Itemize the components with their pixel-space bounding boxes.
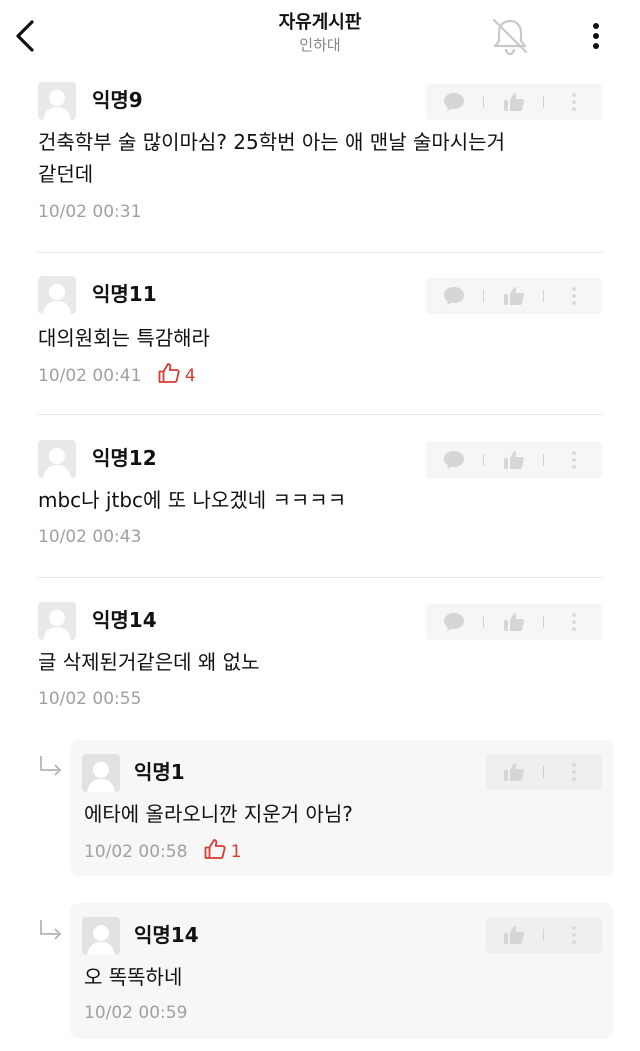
- comment-text-line: 대의원회는 특감해라: [38, 326, 210, 350]
- thumbs-up-outline-icon: [158, 363, 180, 383]
- divider: [483, 454, 484, 466]
- like-count: 1: [203, 838, 242, 864]
- reply-bubble-icon[interactable]: [442, 91, 466, 113]
- divider: [483, 96, 484, 108]
- comment-divider: [38, 414, 602, 415]
- more-vertical-icon[interactable]: [562, 611, 586, 633]
- comment-timestamp: 10/02 00:55: [38, 689, 142, 709]
- board-subtitle: 인하대: [299, 36, 341, 54]
- notification-toggle-button[interactable]: [488, 14, 532, 58]
- comment-item: 익명12 mbc나 jtbc에 또 나오겠네 ㅋㅋㅋㅋ 10/02 00:43: [38, 440, 602, 560]
- comment-divider: [38, 252, 602, 253]
- more-vertical-icon: [593, 23, 599, 49]
- reply-item: 익명14 오 똑똑하네 10/02 00:59: [70, 903, 614, 1039]
- thumbs-up-icon[interactable]: [502, 924, 526, 946]
- top-app-bar: 자유게시판 인하대: [0, 0, 640, 70]
- comment-text: 대의원회는 특감해라: [38, 322, 210, 354]
- comment-text-line: 건축학부 술 많이마심? 25학번 아는 애 맨날 술마시는거: [38, 130, 505, 154]
- avatar: [38, 276, 76, 314]
- comment-actions: [426, 442, 602, 478]
- divider: [483, 616, 484, 628]
- avatar: [82, 754, 120, 792]
- thumbs-up-icon[interactable]: [502, 449, 526, 471]
- comment-text: mbc나 jtbc에 또 나오겠네 ㅋㅋㅋㅋ: [38, 484, 346, 516]
- reply-actions: [486, 917, 602, 953]
- thumbs-up-icon[interactable]: [502, 91, 526, 113]
- default-avatar-icon: [87, 925, 115, 955]
- divider: [543, 616, 544, 628]
- avatar: [82, 917, 120, 955]
- reply-arrow-icon: [40, 920, 62, 940]
- more-vertical-icon[interactable]: [562, 91, 586, 113]
- comment-actions: [426, 278, 602, 314]
- divider: [543, 766, 544, 778]
- comment-item: 익명11 대의원회는 특감해라 10/02 00:41 4: [38, 276, 602, 396]
- comment-timestamp: 10/02 00:41: [38, 366, 142, 386]
- like-count-value: 1: [230, 842, 242, 862]
- bell-off-icon: [492, 18, 528, 56]
- reply-timestamp: 10/02 00:59: [84, 1003, 188, 1023]
- reply-bubble-icon[interactable]: [442, 285, 466, 307]
- reply-arrow-icon: [40, 756, 62, 776]
- reply-bubble-icon[interactable]: [442, 449, 466, 471]
- divider: [543, 929, 544, 941]
- more-vertical-icon[interactable]: [562, 761, 586, 783]
- board-title-group: 자유게시판 인하대: [0, 12, 640, 56]
- comment-actions: [426, 604, 602, 640]
- avatar: [38, 602, 76, 640]
- comment-text-line: mbc나 jtbc에 또 나오겠네 ㅋㅋㅋㅋ: [38, 488, 347, 512]
- default-avatar-icon: [43, 448, 71, 478]
- comment-text-line: 글 삭제된거같은데 왜 없노: [38, 650, 260, 674]
- comment-divider: [38, 577, 602, 578]
- default-avatar-icon: [43, 610, 71, 640]
- reply-meta: 10/02 00:59: [84, 1001, 187, 1025]
- divider: [483, 290, 484, 302]
- reply-author: 익명1: [134, 760, 185, 784]
- comment-author: 익명9: [92, 88, 143, 112]
- avatar: [38, 440, 76, 478]
- default-avatar-icon: [43, 90, 71, 120]
- divider: [543, 454, 544, 466]
- thumbs-up-icon[interactable]: [502, 761, 526, 783]
- reply-text: 오 똑똑하네: [84, 965, 183, 989]
- comment-text-line: 같던데: [38, 162, 94, 186]
- more-vertical-icon[interactable]: [562, 285, 586, 307]
- avatar: [38, 82, 76, 120]
- comment-actions: [426, 84, 602, 120]
- thumbs-up-outline-icon: [204, 839, 226, 859]
- reply-meta: 10/02 00:58 1: [84, 838, 242, 864]
- comment-meta: 10/02 00:55: [38, 687, 141, 711]
- comment-author: 익명14: [92, 608, 157, 632]
- default-avatar-icon: [87, 762, 115, 792]
- thumbs-up-icon[interactable]: [502, 285, 526, 307]
- more-vertical-icon[interactable]: [562, 449, 586, 471]
- reply-timestamp: 10/02 00:58: [84, 842, 188, 862]
- reply-actions: [486, 754, 602, 790]
- reply-bubble-icon[interactable]: [442, 611, 466, 633]
- reply-text: 에타에 올라오니깐 지운거 아님?: [84, 802, 353, 826]
- reply-author: 익명14: [134, 923, 199, 947]
- comment-text: 글 삭제된거같은데 왜 없노: [38, 646, 259, 678]
- board-title: 자유게시판: [278, 12, 362, 33]
- like-count-value: 4: [184, 366, 196, 386]
- divider: [543, 290, 544, 302]
- divider: [543, 96, 544, 108]
- more-vertical-icon[interactable]: [562, 924, 586, 946]
- more-options-button[interactable]: [582, 20, 610, 52]
- comment-item: 익명9 건축학부 술 많이마심? 25학번 아는 애 맨날 술마시는거 같던데 …: [38, 82, 602, 232]
- default-avatar-icon: [43, 284, 71, 314]
- comment-meta: 10/02 00:31: [38, 200, 141, 224]
- reply-item: 익명1 에타에 올라오니깐 지운거 아님? 10/02 00:58 1: [70, 740, 614, 876]
- comment-text: 건축학부 술 많이마심? 25학번 아는 애 맨날 술마시는거 같던데: [38, 126, 505, 190]
- comment-author: 익명12: [92, 446, 157, 470]
- comment-meta: 10/02 00:43: [38, 525, 141, 549]
- comment-timestamp: 10/02 00:43: [38, 527, 142, 547]
- comment-author: 익명11: [92, 282, 157, 306]
- comment-timestamp: 10/02 00:31: [38, 202, 142, 222]
- comment-item: 익명14 글 삭제된거같은데 왜 없노 10/02 00:55: [38, 602, 602, 722]
- like-count: 4: [157, 362, 196, 388]
- comment-meta: 10/02 00:41 4: [38, 362, 196, 388]
- thumbs-up-icon[interactable]: [502, 611, 526, 633]
